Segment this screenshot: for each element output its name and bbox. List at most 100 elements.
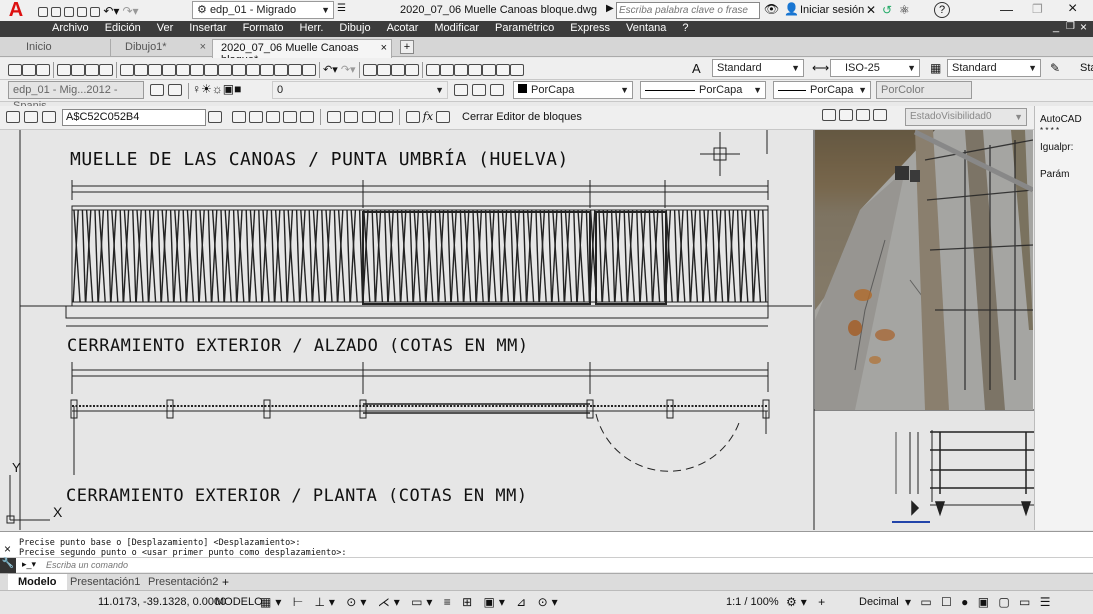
tab-modelo[interactable]: Modelo (8, 574, 67, 591)
status-tools[interactable]: ▦▾ ⊢ ⊥▾ ⊙▾ ⋌▾ ▭▾ ≡ ⊞ ▣▾ ⊿ ⊙▾ (260, 595, 562, 609)
help-icon[interactable]: ? (934, 2, 950, 18)
pan-icon[interactable] (362, 64, 377, 76)
minimize-button[interactable]: — (1000, 2, 1013, 17)
undo-icon[interactable]: ↶▾ (323, 64, 338, 76)
close-tab-icon[interactable]: × (200, 41, 206, 53)
layer-state-icons[interactable]: ♀☀☼▣■ (192, 82, 241, 96)
search-expand-icon[interactable]: ▶ (606, 3, 614, 14)
tab-inicio[interactable]: Inicio (20, 39, 110, 57)
menu-item-modificar[interactable]: Modificar (426, 22, 487, 34)
tab-presentacion1[interactable]: Presentación1 (62, 574, 148, 591)
undo-icon[interactable]: ↶▾ (103, 4, 119, 18)
units-dropdown[interactable]: Decimal (859, 596, 899, 608)
menu-item-herr[interactable]: Herr. (292, 22, 332, 34)
menu-item-[interactable]: ? (674, 22, 696, 34)
markup-icon[interactable] (481, 64, 496, 76)
text-style-dropdown[interactable]: Standard ▼ (712, 59, 804, 77)
doc-close-icon[interactable]: × (1080, 20, 1087, 34)
workspace-settings-icon[interactable] (150, 84, 164, 96)
menu-item-acotar[interactable]: Acotar (379, 22, 427, 34)
new-tab-icon[interactable]: + (400, 40, 414, 54)
line-icon[interactable] (190, 64, 204, 76)
new-icon[interactable] (8, 64, 22, 76)
print-icon[interactable] (90, 7, 101, 18)
workspace-selector[interactable]: edp_01 - Mig...2012 - Spanis (8, 81, 144, 112)
block-name-field[interactable]: A$C52C052B4 (62, 109, 206, 126)
table-style-dropdown[interactable]: Standard ▼ (947, 59, 1041, 77)
multileader-style-label[interactable]: Sta (1080, 62, 1093, 74)
leader-icon[interactable] (260, 64, 274, 76)
insert-icon[interactable] (288, 64, 302, 76)
drawing-canvas[interactable]: MUELLE DE LAS CANOAS / PUNTA UMBRÍA (HUE… (0, 130, 1034, 530)
publish-icon[interactable] (85, 64, 99, 76)
block-tools-icons[interactable]: fx (232, 109, 451, 125)
design-center-icon[interactable] (439, 64, 454, 76)
match-properties-icon[interactable] (162, 64, 176, 76)
zoom-previous-icon[interactable] (404, 64, 419, 76)
new-file-icon[interactable] (38, 7, 48, 18)
color-dropdown[interactable]: PorCapa ▼ (513, 81, 633, 99)
test-block-icon[interactable] (208, 111, 222, 123)
cut-icon[interactable] (120, 64, 134, 76)
3d-print-icon[interactable] (99, 64, 113, 76)
binoculars-icon[interactable]: 👁 (764, 2, 779, 16)
plot-icon[interactable] (57, 64, 71, 76)
paste-icon[interactable] (148, 64, 162, 76)
text-icon[interactable] (218, 64, 232, 76)
close-tab-icon[interactable]: × (381, 42, 387, 54)
redo-icon[interactable]: ↷▾ (122, 4, 138, 18)
status-tools-3[interactable]: ▾ ▭ ☐ ● ▣ ▢ ▭ ☰ (905, 595, 1053, 609)
open-icon[interactable] (22, 64, 36, 76)
menu-item-ver[interactable]: Ver (149, 22, 182, 34)
linetype-dropdown[interactable]: PorCapa ▼ (640, 81, 766, 99)
menu-item-ventana[interactable]: Ventana (618, 22, 674, 34)
tool-palettes-icon[interactable] (453, 64, 468, 76)
dim-icon[interactable] (246, 64, 260, 76)
calculator-icon[interactable] (495, 64, 510, 76)
zoom-realtime-icon[interactable] (376, 64, 391, 76)
wrench-icon[interactable]: 🔧 (0, 558, 16, 573)
command-prompt-icon[interactable]: ▸_▾ (22, 559, 36, 570)
open-file-icon[interactable] (51, 7, 62, 18)
side-panel-item[interactable]: Parám (1040, 169, 1069, 180)
dim-style-dropdown[interactable]: ISO-25 ▼ (830, 59, 920, 77)
close-button[interactable]: × (1068, 0, 1077, 18)
model-space-button[interactable]: MODELO (215, 596, 263, 608)
layer-match-icon[interactable] (490, 84, 504, 96)
help-icon[interactable] (509, 64, 524, 76)
table-icon[interactable] (274, 64, 288, 76)
tab-presentacion2[interactable]: Presentación2 (140, 574, 226, 591)
search-input[interactable] (616, 2, 760, 19)
add-layout-icon[interactable]: + (222, 575, 229, 589)
tab-active-document[interactable]: 2020_07_06 Muelle Canoas bloque*× (212, 39, 392, 66)
menu-item-dibujo[interactable]: Dibujo (331, 22, 378, 34)
copy-icon[interactable] (134, 64, 148, 76)
polyline-icon[interactable] (204, 64, 218, 76)
autodesk-app-icon[interactable]: ⚛ (899, 3, 910, 17)
customize-qat-icon[interactable]: ☰ (337, 3, 346, 14)
layer-properties-icon[interactable] (168, 84, 182, 96)
attribute-icon[interactable] (302, 64, 316, 76)
save-block-as-icon[interactable] (42, 111, 56, 123)
restore-button[interactable]: ❐ (1032, 2, 1043, 16)
sheet-set-icon[interactable] (467, 64, 482, 76)
save-icon[interactable] (64, 7, 75, 18)
plotstyle-dropdown[interactable]: PorColor (876, 81, 972, 99)
visibility-state-dropdown[interactable]: EstadoVisibilidad0 ▼ (905, 108, 1027, 126)
exchange-icon[interactable]: ✕ (866, 3, 876, 17)
preview-icon[interactable] (71, 64, 85, 76)
zoom-window-icon[interactable] (390, 64, 405, 76)
save-block-icon[interactable] (24, 111, 38, 123)
coordinates-readout[interactable]: 11.0173, -39.1328, 0.0000 (98, 596, 226, 608)
tab-dibujo1[interactable]: Dibujo1* × (110, 39, 210, 57)
layer-dropdown[interactable]: 0 ▼ (272, 81, 448, 99)
side-panel-item[interactable]: Igualpr: (1040, 142, 1073, 153)
annotation-scale[interactable]: 1:1 / 100% (726, 596, 779, 608)
menu-item-insertar[interactable]: Insertar (181, 22, 234, 34)
menu-item-archivo[interactable]: Archivo (44, 22, 97, 34)
block-editor-icon[interactable] (176, 64, 190, 76)
fx-icon[interactable]: fx (423, 110, 433, 123)
properties-icon[interactable] (425, 64, 440, 76)
menu-item-express[interactable]: Express (562, 22, 618, 34)
visibility-icons[interactable] (822, 109, 888, 122)
